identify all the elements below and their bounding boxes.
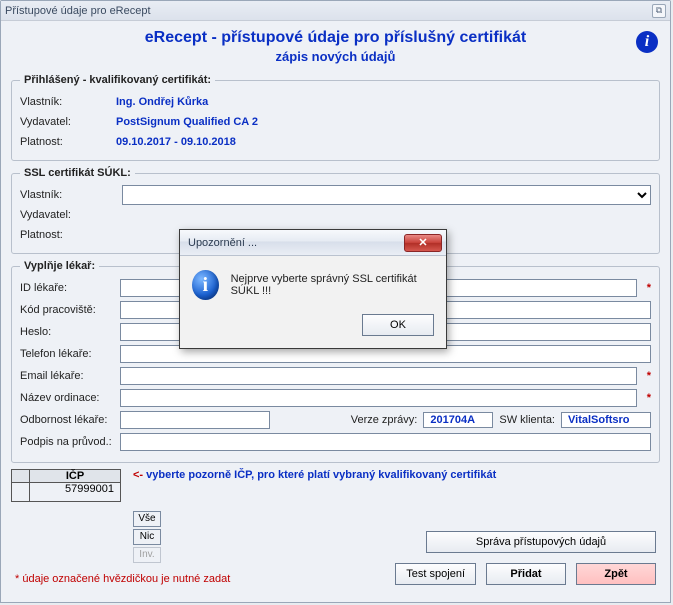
id-lekare-label: ID lékaře: <box>20 282 116 294</box>
main-window: Přístupové údaje pro eRecept ⧉ eRecept -… <box>0 0 671 603</box>
nazev-ordinace-label: Název ordinace: <box>20 392 116 404</box>
issuer-value: PostSignum Qualified CA 2 <box>116 116 258 128</box>
required-star: * <box>647 282 651 294</box>
validity-label: Platnost: <box>20 136 116 148</box>
qualified-cert-legend: Přihlášený - kvalifikovaný certifikát: <box>20 74 215 86</box>
verze-label: Verze zprávy: <box>351 414 418 426</box>
heslo-label: Heslo: <box>20 326 116 338</box>
issuer-label: Vydavatel: <box>20 116 116 128</box>
ssl-validity-label: Platnost: <box>20 229 116 241</box>
email-input[interactable] <box>120 367 637 385</box>
odbornost-label: Odbornost lékaře: <box>20 414 116 426</box>
sw-value: VitalSoftsro <box>561 412 651 428</box>
titlebar: Přístupové údaje pro eRecept ⧉ <box>1 1 670 21</box>
sw-label: SW klienta: <box>499 414 555 426</box>
back-button[interactable]: Zpět <box>576 563 656 585</box>
info-icon[interactable]: i <box>636 31 658 53</box>
ssl-cert-legend: SSL certifikát SÚKL: <box>20 167 135 179</box>
add-button[interactable]: Přidat <box>486 563 566 585</box>
window-close-button[interactable]: ⧉ <box>652 4 666 18</box>
required-star: * <box>647 370 651 382</box>
icp-value: 57999001 <box>30 483 120 501</box>
page-subtitle: zápis nových údajů <box>13 49 658 64</box>
podpis-label: Podpis na průvod.: <box>20 436 116 448</box>
icp-header: IČP <box>30 470 120 483</box>
dialog-titlebar: Upozornění ... ✕ <box>180 230 446 256</box>
dialog-body: i Nejprve vyberte správný SSL certifikát… <box>180 256 446 304</box>
selection-mini-buttons: Vše Nic Inv. <box>133 511 161 563</box>
ssl-owner-label: Vlastník: <box>20 189 116 201</box>
owner-value: Ing. Ondřej Kůrka <box>116 96 208 108</box>
dialog-close-button[interactable]: ✕ <box>404 234 442 252</box>
test-connection-button[interactable]: Test spojení <box>395 563 476 585</box>
dialog-actions: OK <box>180 304 446 348</box>
qualified-cert-group: Přihlášený - kvalifikovaný certifikát: V… <box>11 74 660 161</box>
table-row[interactable]: 57999001 <box>12 483 120 501</box>
required-footnote: * údaje označené hvězdičkou je nutné zad… <box>15 573 230 585</box>
header: eRecept - přístupové údaje pro příslušný… <box>1 21 670 68</box>
nazev-ordinace-input[interactable] <box>120 389 637 407</box>
manage-credentials-button[interactable]: Správa přístupových údajů <box>426 531 656 553</box>
email-label: Email lékaře: <box>20 370 116 382</box>
arrow-icon: <- <box>133 469 143 481</box>
verze-value: 201704A <box>423 412 493 428</box>
select-none-button[interactable]: Nic <box>133 529 161 545</box>
validity-value: 09.10.2017 - 09.10.2018 <box>116 136 236 148</box>
kod-pracoviste-label: Kód pracoviště: <box>20 304 116 316</box>
invert-selection-button[interactable]: Inv. <box>133 547 161 563</box>
page-title: eRecept - přístupové údaje pro příslušný… <box>13 29 658 47</box>
required-star: * <box>647 392 651 404</box>
icp-table[interactable]: IČP 57999001 <box>11 469 121 502</box>
odbornost-input[interactable] <box>120 411 270 429</box>
ssl-owner-select[interactable] <box>122 185 651 205</box>
icp-corner-cell <box>12 470 30 483</box>
owner-label: Vlastník: <box>20 96 116 108</box>
info-icon: i <box>192 270 219 300</box>
row-selector-cell[interactable] <box>12 483 30 501</box>
dialog-ok-button[interactable]: OK <box>362 314 434 336</box>
doctor-legend: Vyplňje lékař: <box>20 260 99 272</box>
window-title: Přístupové údaje pro eRecept <box>5 5 151 17</box>
icp-hint: <- vyberte pozorně IČP, pro které platí … <box>133 469 496 502</box>
icp-hint-text: vyberte pozorně IČP, pro které platí vyb… <box>146 469 496 481</box>
close-icon: ✕ <box>418 236 427 249</box>
bottom-area: IČP 57999001 <- vyberte pozorně IČP, pro… <box>11 469 660 502</box>
close-icon: ⧉ <box>656 5 662 16</box>
telefon-label: Telefon lékaře: <box>20 348 116 360</box>
action-buttons: Správa přístupových údajů Test spojení P… <box>395 531 656 585</box>
podpis-input[interactable] <box>120 433 651 451</box>
dialog-title: Upozornění ... <box>188 237 257 249</box>
warning-dialog: Upozornění ... ✕ i Nejprve vyberte správ… <box>179 229 447 349</box>
select-all-button[interactable]: Vše <box>133 511 161 527</box>
dialog-message: Nejprve vyberte správný SSL certifikát S… <box>231 273 434 297</box>
ssl-issuer-label: Vydavatel: <box>20 209 116 221</box>
